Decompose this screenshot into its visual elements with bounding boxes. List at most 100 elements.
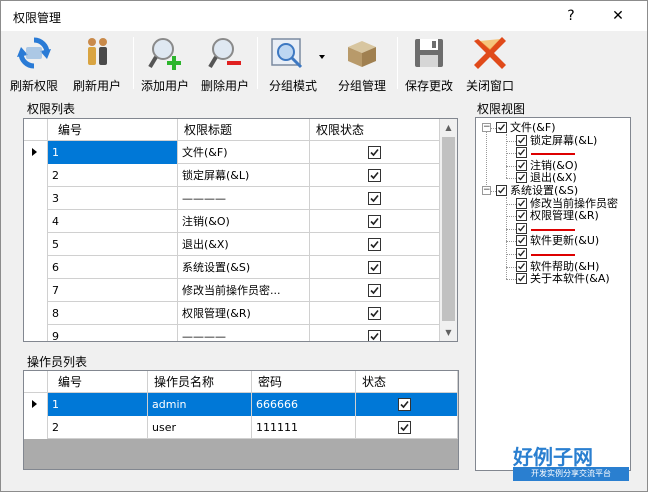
status-checkbox[interactable] xyxy=(368,169,381,182)
tree-checkbox[interactable] xyxy=(496,185,507,196)
cell-title[interactable]: 文件(&F) xyxy=(178,141,310,164)
cell-password[interactable]: 666666 xyxy=(252,393,356,416)
table-row[interactable]: 6 系统设置(&S) xyxy=(24,256,440,279)
row-header[interactable] xyxy=(24,256,48,279)
tree-node-label[interactable]: 软件更新(&U) xyxy=(530,235,599,247)
chevron-down-icon[interactable] xyxy=(319,55,325,59)
tree-checkbox[interactable] xyxy=(496,122,507,133)
table-row[interactable]: 2 user 111111 xyxy=(24,416,458,439)
tree-expander-icon[interactable]: − xyxy=(482,186,491,195)
delete-user-button[interactable]: 删除用户 xyxy=(197,33,253,93)
cell-title[interactable]: 权限管理(&R) xyxy=(178,302,310,325)
cell-title[interactable]: 退出(&X) xyxy=(178,233,310,256)
close-button[interactable]: ✕ xyxy=(606,5,630,27)
cell-status[interactable] xyxy=(310,256,440,279)
cell-id[interactable]: 8 xyxy=(48,302,178,325)
cell-status[interactable] xyxy=(356,416,458,439)
status-checkbox[interactable] xyxy=(368,238,381,251)
group-mode-button[interactable]: 分组模式 xyxy=(261,33,325,93)
cell-name[interactable]: admin xyxy=(148,393,252,416)
cell-title[interactable]: 系统设置(&S) xyxy=(178,256,310,279)
scroll-up-icon[interactable]: ▲ xyxy=(440,119,457,136)
tree-checkbox[interactable] xyxy=(516,135,527,146)
cell-title[interactable]: 修改当前操作员密... xyxy=(178,279,310,302)
cell-title[interactable]: ———— xyxy=(178,325,310,341)
status-checkbox[interactable] xyxy=(368,307,381,320)
help-button[interactable]: ? xyxy=(559,5,583,27)
tree-expander-icon[interactable]: − xyxy=(482,123,491,132)
table-row[interactable]: 5 退出(&X) xyxy=(24,233,440,256)
close-window-button[interactable]: 关闭窗口 xyxy=(461,33,519,93)
table-row[interactable]: 3 ———— xyxy=(24,187,440,210)
cell-status[interactable] xyxy=(310,164,440,187)
status-checkbox[interactable] xyxy=(398,398,411,411)
tree-checkbox[interactable] xyxy=(516,235,527,246)
cell-id[interactable]: 3 xyxy=(48,187,178,210)
status-checkbox[interactable] xyxy=(368,146,381,159)
cell-id[interactable]: 2 xyxy=(48,164,178,187)
cell-id[interactable]: 5 xyxy=(48,233,178,256)
cell-status[interactable] xyxy=(310,325,440,341)
permissions-scrollbar[interactable]: ▲ ▼ xyxy=(440,119,457,341)
cell-id[interactable]: 7 xyxy=(48,279,178,302)
refresh-permissions-button[interactable]: 刷新权限 xyxy=(7,33,61,93)
cell-title[interactable]: ———— xyxy=(178,187,310,210)
cell-id[interactable]: 1 xyxy=(48,393,148,416)
column-header-id[interactable]: 编号 xyxy=(48,371,148,393)
status-checkbox[interactable] xyxy=(368,330,381,341)
permissions-grid[interactable]: 编号 权限标题 权限状态 1 文件(&F) 2 锁定屏幕(&L) 3 ———— 4 注销(&O… xyxy=(23,118,458,342)
tree-node-label[interactable]: 文件(&F) xyxy=(510,122,556,134)
row-header[interactable] xyxy=(24,210,48,233)
add-user-button[interactable]: 添加用户 xyxy=(137,33,193,93)
tree-checkbox[interactable] xyxy=(516,261,527,272)
cell-title[interactable]: 注销(&O) xyxy=(178,210,310,233)
row-header[interactable] xyxy=(24,233,48,256)
cell-id[interactable]: 2 xyxy=(48,416,148,439)
cell-id[interactable]: 9 xyxy=(48,325,178,341)
column-header-status[interactable]: 状态 xyxy=(356,371,458,393)
status-checkbox[interactable] xyxy=(398,421,411,434)
tree-checkbox[interactable] xyxy=(516,198,527,209)
tree-checkbox[interactable] xyxy=(516,223,527,234)
cell-status[interactable] xyxy=(356,393,458,416)
status-checkbox[interactable] xyxy=(368,261,381,274)
group-manage-button[interactable]: 分组管理 xyxy=(331,33,393,93)
cell-id[interactable]: 1 xyxy=(48,141,178,164)
row-header[interactable] xyxy=(24,325,48,341)
row-header[interactable] xyxy=(24,141,48,164)
row-header[interactable] xyxy=(24,302,48,325)
status-checkbox[interactable] xyxy=(368,192,381,205)
column-header-password[interactable]: 密码 xyxy=(252,371,356,393)
tree-checkbox[interactable] xyxy=(516,147,527,158)
cell-title[interactable]: 锁定屏幕(&L) xyxy=(178,164,310,187)
tree-node-label[interactable]: 关于本软件(&A) xyxy=(530,273,610,285)
permission-tree[interactable]: − 文件(&F) 锁定屏幕(&L) 注销(&O) 退出(&X) − 系统设置(&S) 修改当前… xyxy=(475,117,631,471)
table-row[interactable]: 1 文件(&F) xyxy=(24,141,440,164)
status-checkbox[interactable] xyxy=(368,215,381,228)
row-header[interactable] xyxy=(24,164,48,187)
cell-id[interactable]: 6 xyxy=(48,256,178,279)
status-checkbox[interactable] xyxy=(368,284,381,297)
table-row[interactable]: 1 admin 666666 xyxy=(24,393,458,416)
tree-checkbox[interactable] xyxy=(516,248,527,259)
tree-checkbox[interactable] xyxy=(516,160,527,171)
cell-password[interactable]: 111111 xyxy=(252,416,356,439)
column-header-status[interactable]: 权限状态 xyxy=(310,119,440,141)
tree-checkbox[interactable] xyxy=(516,210,527,221)
table-row[interactable]: 7 修改当前操作员密... xyxy=(24,279,440,302)
column-header-title[interactable]: 权限标题 xyxy=(178,119,310,141)
table-row[interactable]: 8 权限管理(&R) xyxy=(24,302,440,325)
tree-node-label[interactable]: 权限管理(&R) xyxy=(530,210,599,222)
row-header[interactable] xyxy=(24,416,48,439)
tree-node-label[interactable]: 退出(&X) xyxy=(530,172,577,184)
column-header-id[interactable]: 编号 xyxy=(48,119,178,141)
refresh-users-button[interactable]: 刷新用户 xyxy=(67,33,127,93)
operators-grid[interactable]: 编号 操作员名称 密码 状态 1 admin 666666 2 user 111111 xyxy=(23,370,459,470)
save-changes-button[interactable]: 保存更改 xyxy=(401,33,457,93)
tree-node-label[interactable]: 系统设置(&S) xyxy=(510,185,578,197)
tree-checkbox[interactable] xyxy=(516,273,527,284)
cell-status[interactable] xyxy=(310,279,440,302)
cell-name[interactable]: user xyxy=(148,416,252,439)
cell-status[interactable] xyxy=(310,302,440,325)
table-row[interactable]: 2 锁定屏幕(&L) xyxy=(24,164,440,187)
